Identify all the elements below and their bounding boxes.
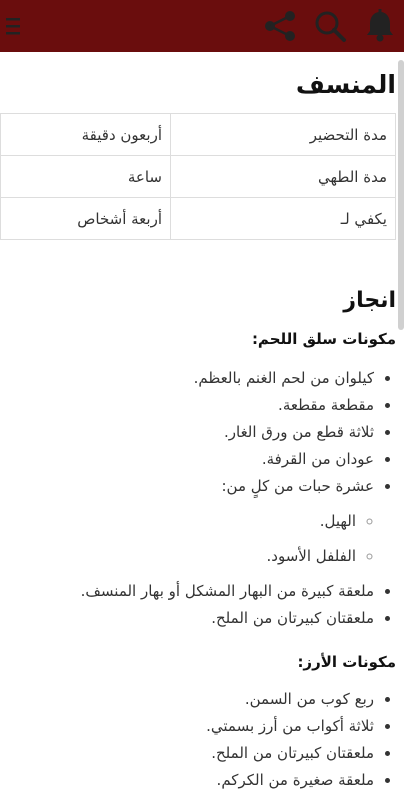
- list-item-text: عشرة حبات من كلٍ من:: [221, 477, 375, 495]
- recipe-content[interactable]: المنسف مدة التحضير أربعون دقيقة مدة الطه…: [0, 52, 396, 800]
- list-item: ملعقتان كبيرتان من الملح.: [4, 745, 374, 762]
- info-value-cook-time: ساعة: [0, 155, 171, 198]
- info-label-cook-time: مدة الطهي: [170, 155, 396, 198]
- list-item: كيلوان من لحم الغنم بالعظم.: [4, 370, 374, 387]
- sub-list-item: الفلفل الأسود.: [4, 548, 357, 565]
- table-row: مدة الطهي ساعة: [0, 155, 396, 198]
- rice-ingredients-list: ربع كوب من السمن. ثلاثة أكواب من أرز بسم…: [4, 691, 396, 799]
- spice-sublist: الهيل. الفلفل الأسود.: [4, 513, 374, 565]
- info-value-servings: أربعة أشخاص: [0, 197, 171, 240]
- info-label-servings: يكفي لـ: [170, 197, 396, 240]
- recipe-info-table: مدة التحضير أربعون دقيقة مدة الطهي ساعة …: [0, 113, 396, 240]
- list-item: ثلاثة أكواب من أرز بسمتي.: [4, 718, 374, 735]
- list-item: ملعقتان كبيرتان من الملح.: [4, 610, 374, 627]
- list-item: ربع كوب من السمن.: [4, 691, 374, 708]
- list-item: مقطعة مقطعة.: [4, 397, 374, 414]
- method-heading: انجاز: [343, 288, 396, 313]
- list-item: ثلاثة قطع من ورق الغار.: [4, 424, 374, 441]
- list-item: ملعقة كبيرة من البهار المشكل أو بهار الم…: [4, 583, 374, 600]
- meat-ingredients-heading: مكونات سلق اللحم:: [251, 330, 396, 348]
- list-item: ملعقة صغيرة من الكركم.: [4, 772, 374, 789]
- meat-ingredients-list: كيلوان من لحم الغنم بالعظم. مقطعة مقطعة.…: [4, 370, 396, 637]
- sub-list-item: الهيل.: [4, 513, 356, 530]
- rice-ingredients-heading: مكونات الأرز:: [297, 653, 396, 671]
- table-row: مدة التحضير أربعون دقيقة: [0, 113, 396, 156]
- list-item-with-sublist: عشرة حبات من كلٍ من: الهيل. الفلفل الأسو…: [4, 477, 375, 565]
- bell-icon[interactable]: [360, 0, 400, 52]
- recipe-title: المنسف: [295, 70, 396, 99]
- info-value-prep-time: أربعون دقيقة: [0, 113, 171, 156]
- table-row: يكفي لـ أربعة أشخاص: [0, 197, 396, 240]
- info-label-prep-time: مدة التحضير: [170, 113, 396, 156]
- menu-icon[interactable]: [0, 0, 26, 52]
- top-app-bar: [0, 0, 404, 52]
- search-icon[interactable]: [310, 0, 350, 52]
- list-item: عودان من القرفة.: [4, 451, 374, 468]
- scrollbar[interactable]: [398, 60, 404, 330]
- share-icon[interactable]: [260, 0, 300, 52]
